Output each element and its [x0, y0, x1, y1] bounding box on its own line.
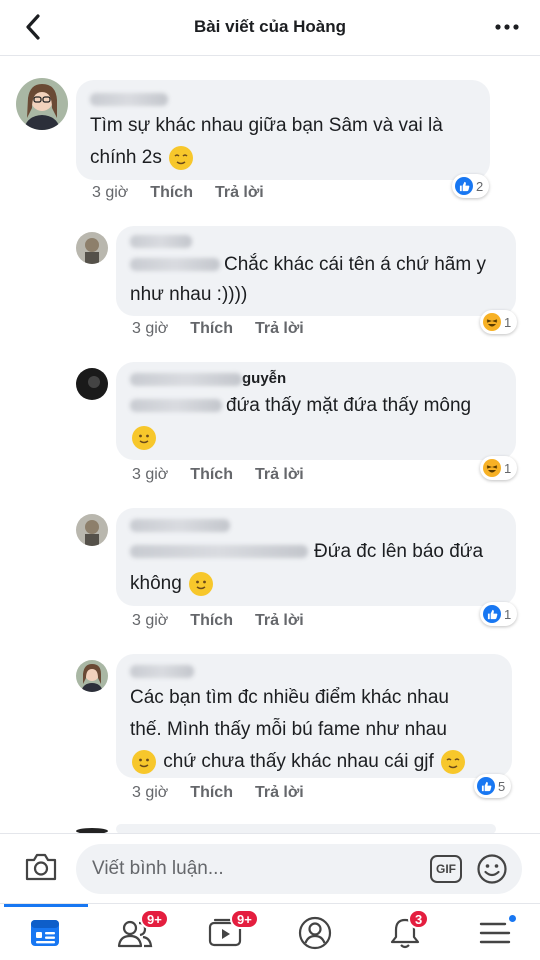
like-action[interactable]: Thích — [190, 784, 233, 802]
menu-dot-indicator — [508, 914, 517, 923]
haha-reaction-icon — [483, 313, 501, 331]
active-tab-indicator — [4, 904, 88, 907]
comment-text: Đứa đc lên báo đứa — [314, 541, 484, 562]
nav-watch[interactable]: 9+ — [180, 904, 270, 960]
replier-avatar[interactable] — [76, 368, 108, 400]
smiley-icon — [477, 854, 507, 884]
notifications-badge: 3 — [408, 909, 430, 929]
commenter-name[interactable]: guyễn — [130, 370, 502, 388]
nav-news-feed[interactable] — [0, 904, 90, 960]
reply-action[interactable]: Trả lời — [255, 320, 304, 338]
camera-icon — [25, 853, 57, 881]
commenter-name[interactable] — [90, 90, 476, 108]
page-title: Bài viết của Hoàng — [193, 17, 347, 36]
camera-button[interactable] — [24, 852, 58, 887]
nav-profile[interactable] — [270, 904, 360, 960]
nav-friends[interactable]: 9+ — [90, 904, 180, 960]
comment-meta: 3 giờ Thích Trả lời — [132, 612, 304, 630]
commenter-name[interactable] — [130, 232, 502, 250]
reaction-count[interactable]: 1 — [480, 602, 518, 626]
relieved-emoji-icon — [169, 145, 194, 170]
comment-time: 3 giờ — [132, 784, 169, 801]
commenter-name[interactable] — [130, 516, 502, 534]
commenter-name[interactable] — [130, 662, 498, 680]
comment-text: Tìm sự khác nhau giữa bạn Sâm và vai là … — [90, 115, 443, 168]
replier-avatar[interactable] — [76, 660, 108, 692]
comment-meta: 3 giờ Thích Trả lời — [132, 784, 304, 802]
like-action[interactable]: Thích — [190, 612, 233, 630]
profile-icon — [298, 916, 332, 949]
relieved-emoji-icon — [441, 749, 466, 774]
comment-time: 3 giờ — [92, 184, 129, 201]
like-action[interactable]: Thích — [190, 320, 233, 338]
comment-bubble: Đứa đc lên báo đứa không — [116, 508, 516, 606]
slight-smile-emoji-icon — [189, 571, 214, 596]
nav-menu[interactable] — [450, 904, 540, 960]
bottom-navigation: 9+ 9+ 3 — [0, 903, 540, 960]
nav-notifications[interactable]: 3 — [360, 904, 450, 960]
replier-avatar[interactable] — [76, 232, 108, 264]
like-reaction-icon — [455, 177, 473, 195]
slight-smile-emoji-icon — [132, 749, 156, 774]
comment-composer: GIF — [0, 833, 540, 903]
more-horizontal-icon — [495, 24, 519, 30]
slight-smile-emoji-icon — [132, 425, 156, 450]
top-bar: Bài viết của Hoàng — [0, 0, 540, 56]
like-reaction-icon — [477, 777, 495, 795]
comment-time: 3 giờ — [132, 466, 169, 483]
comment-bubble: Chắc khác cái tên á chứ hãm y như nhau :… — [116, 226, 516, 316]
like-reaction-icon — [483, 605, 501, 623]
watch-badge: 9+ — [230, 909, 259, 929]
reaction-count[interactable]: 1 — [480, 310, 518, 334]
comment-time: 3 giờ — [132, 612, 169, 629]
haha-reaction-icon — [483, 459, 501, 477]
reaction-count[interactable]: 2 — [452, 174, 490, 198]
like-action[interactable]: Thích — [150, 184, 193, 202]
comment-bubble: Các bạn tìm đc nhiều điểm khác nhau thế.… — [116, 654, 512, 778]
replier-avatar[interactable] — [76, 514, 108, 546]
comment-bubble: Tìm sự khác nhau giữa bạn Sâm và vai là … — [76, 80, 490, 180]
comment-meta: 3 giờ Thích Trả lời — [92, 184, 264, 202]
reply-action[interactable]: Trả lời — [255, 784, 304, 802]
news-feed-icon — [31, 919, 59, 946]
commenter-avatar[interactable] — [16, 78, 68, 130]
reply-action[interactable]: Trả lời — [255, 466, 304, 484]
comment-bubble: guyễn đứa thấy mặt đứa thấy mông — [116, 362, 516, 460]
reply-action[interactable]: Trả lời — [255, 612, 304, 630]
gif-button[interactable]: GIF — [430, 855, 462, 883]
reaction-count[interactable]: 5 — [474, 774, 512, 798]
comment-meta: 3 giờ Thích Trả lời — [132, 320, 304, 338]
menu-icon — [479, 922, 511, 943]
reaction-count[interactable]: 1 — [480, 456, 518, 480]
reply-action[interactable]: Trả lời — [215, 184, 264, 202]
comment-text: Các bạn tìm đc nhiều điểm khác nhau thế.… — [130, 682, 498, 778]
like-action[interactable]: Thích — [190, 466, 233, 484]
comment-meta: 3 giờ Thích Trả lời — [132, 466, 304, 484]
more-options-button[interactable] — [492, 12, 522, 42]
friends-badge: 9+ — [140, 909, 169, 929]
comment-time: 3 giờ — [132, 320, 169, 337]
emoji-button[interactable] — [476, 853, 508, 890]
comment-text: đứa thấy mặt đứa thấy mông — [226, 395, 472, 416]
